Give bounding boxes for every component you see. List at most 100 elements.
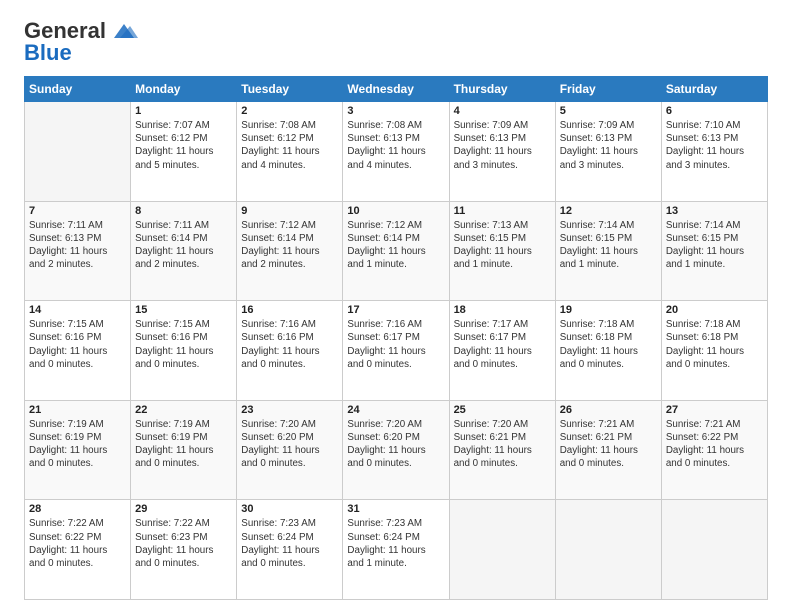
day-number: 26 (560, 404, 657, 416)
calendar-cell: 31 Sunrise: 7:23 AM Sunset: 6:24 PM Dayli… (343, 500, 449, 600)
day-info: Sunrise: 7:09 AM Sunset: 6:13 PM Dayligh… (454, 119, 551, 172)
day-info: Sunrise: 7:22 AM Sunset: 6:22 PM Dayligh… (29, 517, 126, 570)
day-info: Sunrise: 7:11 AM Sunset: 6:13 PM Dayligh… (29, 219, 126, 272)
day-number: 2 (241, 105, 338, 117)
logo-bird-icon (110, 20, 138, 42)
day-number: 14 (29, 304, 126, 316)
day-number: 16 (241, 304, 338, 316)
day-info: Sunrise: 7:15 AM Sunset: 6:16 PM Dayligh… (135, 318, 232, 371)
day-info: Sunrise: 7:12 AM Sunset: 6:14 PM Dayligh… (241, 219, 338, 272)
calendar-table: SundayMondayTuesdayWednesdayThursdayFrid… (24, 76, 768, 600)
day-info: Sunrise: 7:23 AM Sunset: 6:24 PM Dayligh… (347, 517, 444, 570)
calendar-cell (661, 500, 767, 600)
day-number: 24 (347, 404, 444, 416)
day-info: Sunrise: 7:20 AM Sunset: 6:20 PM Dayligh… (241, 418, 338, 471)
col-header-tuesday: Tuesday (237, 77, 343, 102)
logo: General Blue (24, 18, 138, 66)
calendar-week-2: 7 Sunrise: 7:11 AM Sunset: 6:13 PM Daylig… (25, 201, 768, 301)
day-info: Sunrise: 7:23 AM Sunset: 6:24 PM Dayligh… (241, 517, 338, 570)
calendar-cell: 6Sunrise: 7:10 AM Sunset: 6:13 PM Daylig… (661, 102, 767, 202)
day-info: Sunrise: 7:21 AM Sunset: 6:22 PM Dayligh… (666, 418, 763, 471)
calendar-body: 1 Sunrise: 7:07 AM Sunset: 6:12 PM Daylig… (25, 102, 768, 600)
calendar-cell: 25 Sunrise: 7:20 AM Sunset: 6:21 PM Dayli… (449, 400, 555, 500)
day-info: Sunrise: 7:08 AM Sunset: 6:13 PM Dayligh… (347, 119, 444, 172)
calendar-cell: 9 Sunrise: 7:12 AM Sunset: 6:14 PM Daylig… (237, 201, 343, 301)
day-info: Sunrise: 7:19 AM Sunset: 6:19 PM Dayligh… (29, 418, 126, 471)
col-header-saturday: Saturday (661, 77, 767, 102)
calendar-cell: 28Sunrise: 7:22 AM Sunset: 6:22 PM Dayli… (25, 500, 131, 600)
day-number: 22 (135, 404, 232, 416)
calendar-cell: 4Sunrise: 7:09 AM Sunset: 6:13 PM Daylig… (449, 102, 555, 202)
calendar-week-1: 1 Sunrise: 7:07 AM Sunset: 6:12 PM Daylig… (25, 102, 768, 202)
day-number: 17 (347, 304, 444, 316)
calendar-cell: 2 Sunrise: 7:08 AM Sunset: 6:12 PM Daylig… (237, 102, 343, 202)
day-info: Sunrise: 7:14 AM Sunset: 6:15 PM Dayligh… (666, 219, 763, 272)
col-header-monday: Monday (131, 77, 237, 102)
day-info: Sunrise: 7:14 AM Sunset: 6:15 PM Dayligh… (560, 219, 657, 272)
day-number: 18 (454, 304, 551, 316)
day-number: 1 (135, 105, 232, 117)
calendar-cell: 29Sunrise: 7:22 AM Sunset: 6:23 PM Dayli… (131, 500, 237, 600)
day-number: 25 (454, 404, 551, 416)
calendar-cell: 30 Sunrise: 7:23 AM Sunset: 6:24 PM Dayli… (237, 500, 343, 600)
day-info: Sunrise: 7:07 AM Sunset: 6:12 PM Dayligh… (135, 119, 232, 172)
calendar-cell: 7 Sunrise: 7:11 AM Sunset: 6:13 PM Daylig… (25, 201, 131, 301)
calendar-cell: 8Sunrise: 7:11 AM Sunset: 6:14 PM Daylig… (131, 201, 237, 301)
day-number: 9 (241, 205, 338, 217)
calendar-week-5: 28Sunrise: 7:22 AM Sunset: 6:22 PM Dayli… (25, 500, 768, 600)
calendar-cell (449, 500, 555, 600)
calendar-header: SundayMondayTuesdayWednesdayThursdayFrid… (25, 77, 768, 102)
day-info: Sunrise: 7:18 AM Sunset: 6:18 PM Dayligh… (560, 318, 657, 371)
col-header-sunday: Sunday (25, 77, 131, 102)
calendar-week-3: 14 Sunrise: 7:15 AM Sunset: 6:16 PM Dayli… (25, 301, 768, 401)
day-info: Sunrise: 7:08 AM Sunset: 6:12 PM Dayligh… (241, 119, 338, 172)
day-info: Sunrise: 7:12 AM Sunset: 6:14 PM Dayligh… (347, 219, 444, 272)
calendar-cell: 10 Sunrise: 7:12 AM Sunset: 6:14 PM Dayli… (343, 201, 449, 301)
day-number: 10 (347, 205, 444, 217)
calendar-cell: 11 Sunrise: 7:13 AM Sunset: 6:15 PM Dayli… (449, 201, 555, 301)
calendar-cell: 27 Sunrise: 7:21 AM Sunset: 6:22 PM Dayli… (661, 400, 767, 500)
calendar-cell (555, 500, 661, 600)
day-number: 30 (241, 503, 338, 515)
calendar-cell: 16 Sunrise: 7:16 AM Sunset: 6:16 PM Dayli… (237, 301, 343, 401)
day-info: Sunrise: 7:13 AM Sunset: 6:15 PM Dayligh… (454, 219, 551, 272)
col-header-friday: Friday (555, 77, 661, 102)
calendar-week-4: 21 Sunrise: 7:19 AM Sunset: 6:19 PM Dayli… (25, 400, 768, 500)
calendar-cell: 26Sunrise: 7:21 AM Sunset: 6:21 PM Dayli… (555, 400, 661, 500)
calendar-cell: 20Sunrise: 7:18 AM Sunset: 6:18 PM Dayli… (661, 301, 767, 401)
day-number: 31 (347, 503, 444, 515)
calendar-cell (25, 102, 131, 202)
day-info: Sunrise: 7:11 AM Sunset: 6:14 PM Dayligh… (135, 219, 232, 272)
day-number: 23 (241, 404, 338, 416)
calendar-cell: 13 Sunrise: 7:14 AM Sunset: 6:15 PM Dayli… (661, 201, 767, 301)
header: General Blue (24, 18, 768, 66)
day-number: 19 (560, 304, 657, 316)
day-number: 12 (560, 205, 657, 217)
day-info: Sunrise: 7:22 AM Sunset: 6:23 PM Dayligh… (135, 517, 232, 570)
day-number: 15 (135, 304, 232, 316)
calendar-cell: 23 Sunrise: 7:20 AM Sunset: 6:20 PM Dayli… (237, 400, 343, 500)
calendar-cell: 1 Sunrise: 7:07 AM Sunset: 6:12 PM Daylig… (131, 102, 237, 202)
calendar-cell: 19 Sunrise: 7:18 AM Sunset: 6:18 PM Dayli… (555, 301, 661, 401)
day-number: 6 (666, 105, 763, 117)
calendar-cell: 12 Sunrise: 7:14 AM Sunset: 6:15 PM Dayli… (555, 201, 661, 301)
day-number: 7 (29, 205, 126, 217)
calendar-cell: 17Sunrise: 7:16 AM Sunset: 6:17 PM Dayli… (343, 301, 449, 401)
day-number: 13 (666, 205, 763, 217)
calendar-cell: 5Sunrise: 7:09 AM Sunset: 6:13 PM Daylig… (555, 102, 661, 202)
day-number: 21 (29, 404, 126, 416)
day-info: Sunrise: 7:16 AM Sunset: 6:16 PM Dayligh… (241, 318, 338, 371)
day-info: Sunrise: 7:17 AM Sunset: 6:17 PM Dayligh… (454, 318, 551, 371)
day-info: Sunrise: 7:09 AM Sunset: 6:13 PM Dayligh… (560, 119, 657, 172)
day-info: Sunrise: 7:20 AM Sunset: 6:21 PM Dayligh… (454, 418, 551, 471)
day-info: Sunrise: 7:15 AM Sunset: 6:16 PM Dayligh… (29, 318, 126, 371)
calendar-cell: 3 Sunrise: 7:08 AM Sunset: 6:13 PM Daylig… (343, 102, 449, 202)
day-number: 11 (454, 205, 551, 217)
calendar-cell: 22Sunrise: 7:19 AM Sunset: 6:19 PM Dayli… (131, 400, 237, 500)
day-number: 3 (347, 105, 444, 117)
day-info: Sunrise: 7:20 AM Sunset: 6:20 PM Dayligh… (347, 418, 444, 471)
day-number: 27 (666, 404, 763, 416)
page: General Blue SundayMondayTuesdayWednesda… (0, 0, 792, 612)
day-number: 20 (666, 304, 763, 316)
col-header-wednesday: Wednesday (343, 77, 449, 102)
